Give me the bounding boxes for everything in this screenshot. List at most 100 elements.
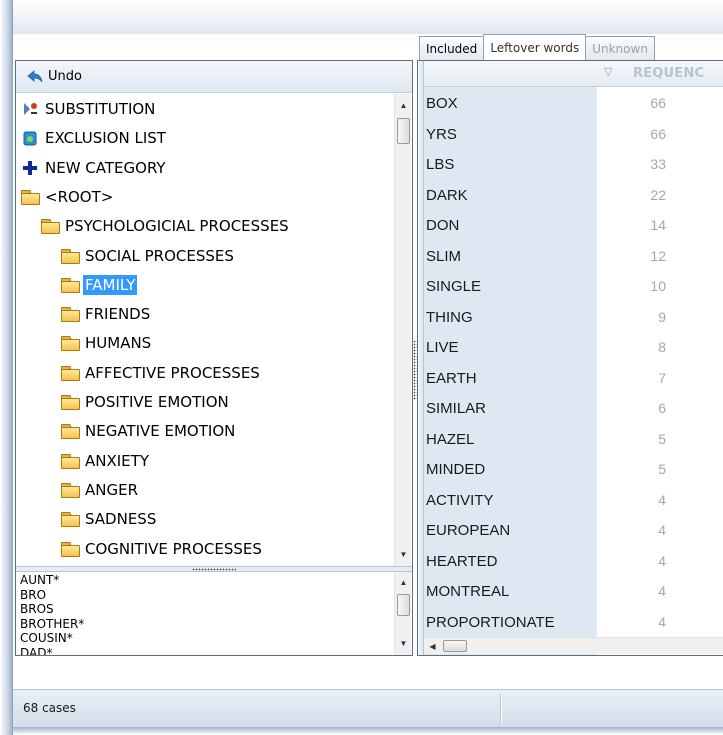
table-row[interactable]: PROPORTIONATE 4 xyxy=(424,608,723,638)
status-bar: 68 cases xyxy=(13,689,723,727)
undo-icon xyxy=(26,68,44,86)
scroll-up-arrow-icon[interactable]: ▲ xyxy=(395,574,412,591)
folder-icon xyxy=(60,365,80,381)
tree-item[interactable]: FRIENDS xyxy=(60,301,152,327)
tree-item-label: ANXIETY xyxy=(85,451,149,470)
grid-body: BOX 66 YRS 66 LBS 33 DARK 22 DON 14 SLIM 12 SINGLE 10… xyxy=(424,87,723,643)
folder-icon xyxy=(20,189,40,205)
tree-item[interactable]: AFFECTIVE PROCESSES xyxy=(60,360,262,386)
tree-item[interactable]: <ROOT> xyxy=(20,184,115,210)
scroll-up-arrow-icon[interactable]: ▲ xyxy=(395,97,412,114)
folder-icon xyxy=(60,277,80,293)
frequency-column-header[interactable]: REQUENC xyxy=(633,66,704,81)
frequency-cell: 4 xyxy=(658,583,666,599)
folder-icon xyxy=(60,394,80,410)
table-row[interactable]: SIMILAR 6 xyxy=(424,394,723,424)
scroll-thumb[interactable] xyxy=(397,118,410,144)
tree-item[interactable]: POSITIVE EMOTION xyxy=(60,389,231,415)
tree-item-label: SOCIAL PROCESSES xyxy=(85,246,234,265)
frequency-cell: 33 xyxy=(650,156,666,172)
scroll-down-arrow-icon[interactable]: ▼ xyxy=(395,546,412,563)
table-row[interactable]: HAZEL 5 xyxy=(424,425,723,455)
tree-item-label: COGNITIVE PROCESSES xyxy=(85,539,262,558)
tab-unknown[interactable]: Unknown xyxy=(585,36,655,60)
sort-indicator-icon: ▽ xyxy=(604,66,613,78)
substitution-icon xyxy=(20,101,40,117)
table-row[interactable]: SLIM 12 xyxy=(424,242,723,272)
scroll-down-arrow-icon[interactable]: ▼ xyxy=(395,635,412,652)
table-row[interactable]: SINGLE 10 xyxy=(424,272,723,302)
tree-item[interactable]: ANXIETY xyxy=(60,448,151,474)
frequency-cell: 66 xyxy=(650,125,666,142)
scroll-thumb[interactable] xyxy=(443,640,467,652)
frequency-cell: 22 xyxy=(650,186,666,203)
word-cell: SINGLE xyxy=(426,278,482,295)
folder-icon xyxy=(60,541,80,557)
frequency-cell: 66 xyxy=(650,95,666,111)
table-row[interactable]: DON 14 xyxy=(424,211,723,241)
tab-bar: Included Leftover words Unknown xyxy=(419,34,655,60)
scroll-left-arrow-icon[interactable]: ◀ xyxy=(424,638,441,654)
folder-icon xyxy=(60,306,80,323)
tree-scrollbar[interactable]: ▲ ▼ xyxy=(394,94,411,566)
tree-item[interactable]: PSYCHOLOGICIAL PROCESSES xyxy=(40,213,291,239)
tree-item-label: FRIENDS xyxy=(85,305,151,324)
status-separator xyxy=(500,694,502,724)
folder-icon xyxy=(60,482,80,498)
table-row[interactable]: DARK 22 xyxy=(424,181,723,211)
scroll-thumb[interactable] xyxy=(397,594,410,616)
table-row[interactable]: LIVE 8 xyxy=(424,333,723,363)
window-top-area xyxy=(13,0,723,34)
grid-header[interactable]: ▽ REQUENC xyxy=(424,61,723,87)
word-list-scrollbar[interactable]: ▲ ▼ xyxy=(394,572,411,655)
table-row[interactable]: EUROPEAN 4 xyxy=(424,516,723,546)
table-row[interactable]: LBS 33 xyxy=(424,150,723,180)
table-row[interactable]: YRS 66 xyxy=(424,120,723,150)
frequency-cell: 5 xyxy=(658,461,666,477)
tree-item[interactable]: HUMANS xyxy=(60,330,153,356)
table-row[interactable]: HEARTED 4 xyxy=(424,547,723,577)
tree-item[interactable]: NEW CATEGORY xyxy=(20,155,168,181)
word-cell: HEARTED xyxy=(426,552,498,570)
tree-item[interactable]: EXCLUSION LIST xyxy=(20,125,168,151)
frequency-cell: 6 xyxy=(658,400,666,416)
list-item[interactable]: AUNT* xyxy=(20,573,394,588)
frequency-cell: 9 xyxy=(658,308,666,325)
word-cell: LBS xyxy=(426,156,455,173)
tab-leftover-words[interactable]: Leftover words xyxy=(483,34,587,60)
tree-item[interactable]: SUBSTITUTION xyxy=(20,96,157,122)
word-cell: LIVE xyxy=(426,339,459,356)
tree-item[interactable]: ANGER xyxy=(60,477,140,503)
folder-icon xyxy=(60,335,80,352)
table-row[interactable]: ACTIVITY 4 xyxy=(424,486,723,516)
tree-item-label: <ROOT> xyxy=(45,187,114,206)
word-cell: HAZEL xyxy=(426,430,475,448)
list-item[interactable]: DAD* xyxy=(20,646,394,656)
tab-included[interactable]: Included xyxy=(419,36,485,60)
table-row[interactable]: MINDED 5 xyxy=(424,455,723,485)
frequency-cell: 12 xyxy=(650,247,666,264)
table-row[interactable]: MONTREAL 4 xyxy=(424,577,723,607)
folder-icon xyxy=(60,511,80,528)
tree-item[interactable]: NEGATIVE EMOTION xyxy=(60,418,237,444)
frequency-cell: 4 xyxy=(658,491,666,508)
word-cell: EUROPEAN xyxy=(426,522,511,539)
tree-item[interactable]: COGNITIVE PROCESSES xyxy=(60,536,264,562)
table-row[interactable]: BOX 66 xyxy=(424,89,723,119)
tree-item[interactable]: SOCIAL PROCESSES xyxy=(60,243,236,269)
frequency-cell: 4 xyxy=(658,522,666,538)
case-count: 68 cases xyxy=(23,701,76,715)
category-word-list[interactable]: AUNT* BRO BROS BROTHER* COUSIN* DAD* xyxy=(16,572,394,655)
undo-button[interactable]: Undo xyxy=(16,61,412,93)
folder-icon xyxy=(60,248,80,264)
list-item[interactable]: BROTHER* xyxy=(20,617,394,632)
list-item[interactable]: BROS xyxy=(20,602,394,617)
list-item[interactable]: BRO xyxy=(20,588,394,603)
tree-item[interactable]: FAMILY xyxy=(60,272,138,298)
table-row[interactable]: EARTH 7 xyxy=(424,364,723,394)
tree-item[interactable]: SADNESS xyxy=(60,506,158,532)
grid-horizontal-scrollbar[interactable]: ◀ xyxy=(424,637,723,654)
list-item[interactable]: COUSIN* xyxy=(20,631,394,646)
frequency-cell: 14 xyxy=(650,217,666,233)
table-row[interactable]: THING 9 xyxy=(424,303,723,333)
